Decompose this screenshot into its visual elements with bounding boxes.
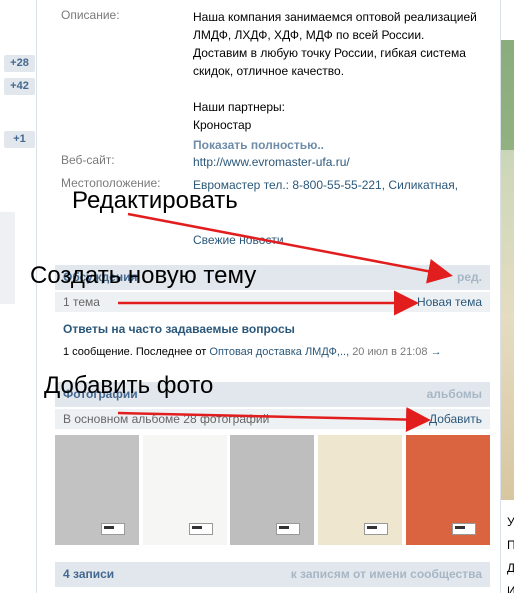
website-label: Веб-сайт: <box>61 153 115 167</box>
product-label <box>276 523 300 535</box>
show-more-link[interactable]: Показать полностью.. <box>193 136 493 154</box>
topic-count: 1 тема <box>63 295 100 309</box>
clipped-text: И <box>507 584 514 593</box>
edit-link[interactable]: ред. <box>457 270 482 284</box>
left-panel-fragment <box>0 212 15 304</box>
go-to-topic-arrow-icon[interactable]: → <box>431 346 442 358</box>
photos-subheader: В основном альбоме 28 фотографий Добавит… <box>55 409 490 429</box>
description-label: Описание: <box>61 8 120 22</box>
annotation-add-photo: Добавить фото <box>44 372 214 399</box>
photo-thumbnail[interactable] <box>143 435 227 545</box>
photo-thumbnail[interactable] <box>230 435 314 545</box>
community-posts-link[interactable]: к записям от имени сообщества <box>291 567 482 581</box>
topic-title-link[interactable]: Ответы на часто задаваемые вопросы <box>63 322 295 336</box>
location-link[interactable]: Евромастер тел.: 8-800-55-55-221, Силика… <box>193 176 493 194</box>
topic-date[interactable]: 20 июл в 21:08 <box>352 346 427 358</box>
photo-thumbnail[interactable] <box>55 435 139 545</box>
product-label <box>189 523 213 535</box>
photo-thumbnail[interactable] <box>406 435 490 545</box>
product-label <box>101 523 125 535</box>
annotation-create-topic: Создать новую тему <box>30 262 257 289</box>
discussions-subheader: 1 тема Новая тема <box>55 292 490 312</box>
counter-badge[interactable]: +42 <box>4 78 35 95</box>
wall-count[interactable]: 4 записи <box>63 567 114 581</box>
new-topic-link[interactable]: Новая тема <box>417 295 482 309</box>
product-label <box>364 523 388 535</box>
photo-thumbnail[interactable] <box>318 435 402 545</box>
photo-count: В основном альбоме 28 фотографий <box>63 412 270 426</box>
clipped-text: П <box>507 538 514 552</box>
product-label <box>452 523 476 535</box>
divider <box>36 0 37 593</box>
annotation-edit: Редактировать <box>72 187 238 214</box>
counter-badge[interactable]: +1 <box>4 131 35 148</box>
wall-header[interactable]: 4 записи к записям от имени сообщества <box>55 562 490 587</box>
description-text: Наша компания занимаемся оптовой реализа… <box>193 8 493 154</box>
topic-author-link[interactable]: Оптовая доставка ЛМДФ,.., <box>209 346 349 358</box>
clipped-text: У <box>507 515 514 529</box>
clipped-text: Д <box>507 561 514 575</box>
news-link[interactable]: Свежие новости <box>193 231 493 249</box>
cover-image-fragment <box>501 40 514 500</box>
add-photo-link[interactable]: Добавить <box>429 412 482 426</box>
website-link[interactable]: http://www.evromaster-ufa.ru/ <box>193 153 493 171</box>
albums-link[interactable]: альбомы <box>427 387 482 401</box>
topic-meta: 1 сообщение. Последнее от Оптовая достав… <box>63 346 442 358</box>
counter-badge[interactable]: +28 <box>4 55 35 72</box>
